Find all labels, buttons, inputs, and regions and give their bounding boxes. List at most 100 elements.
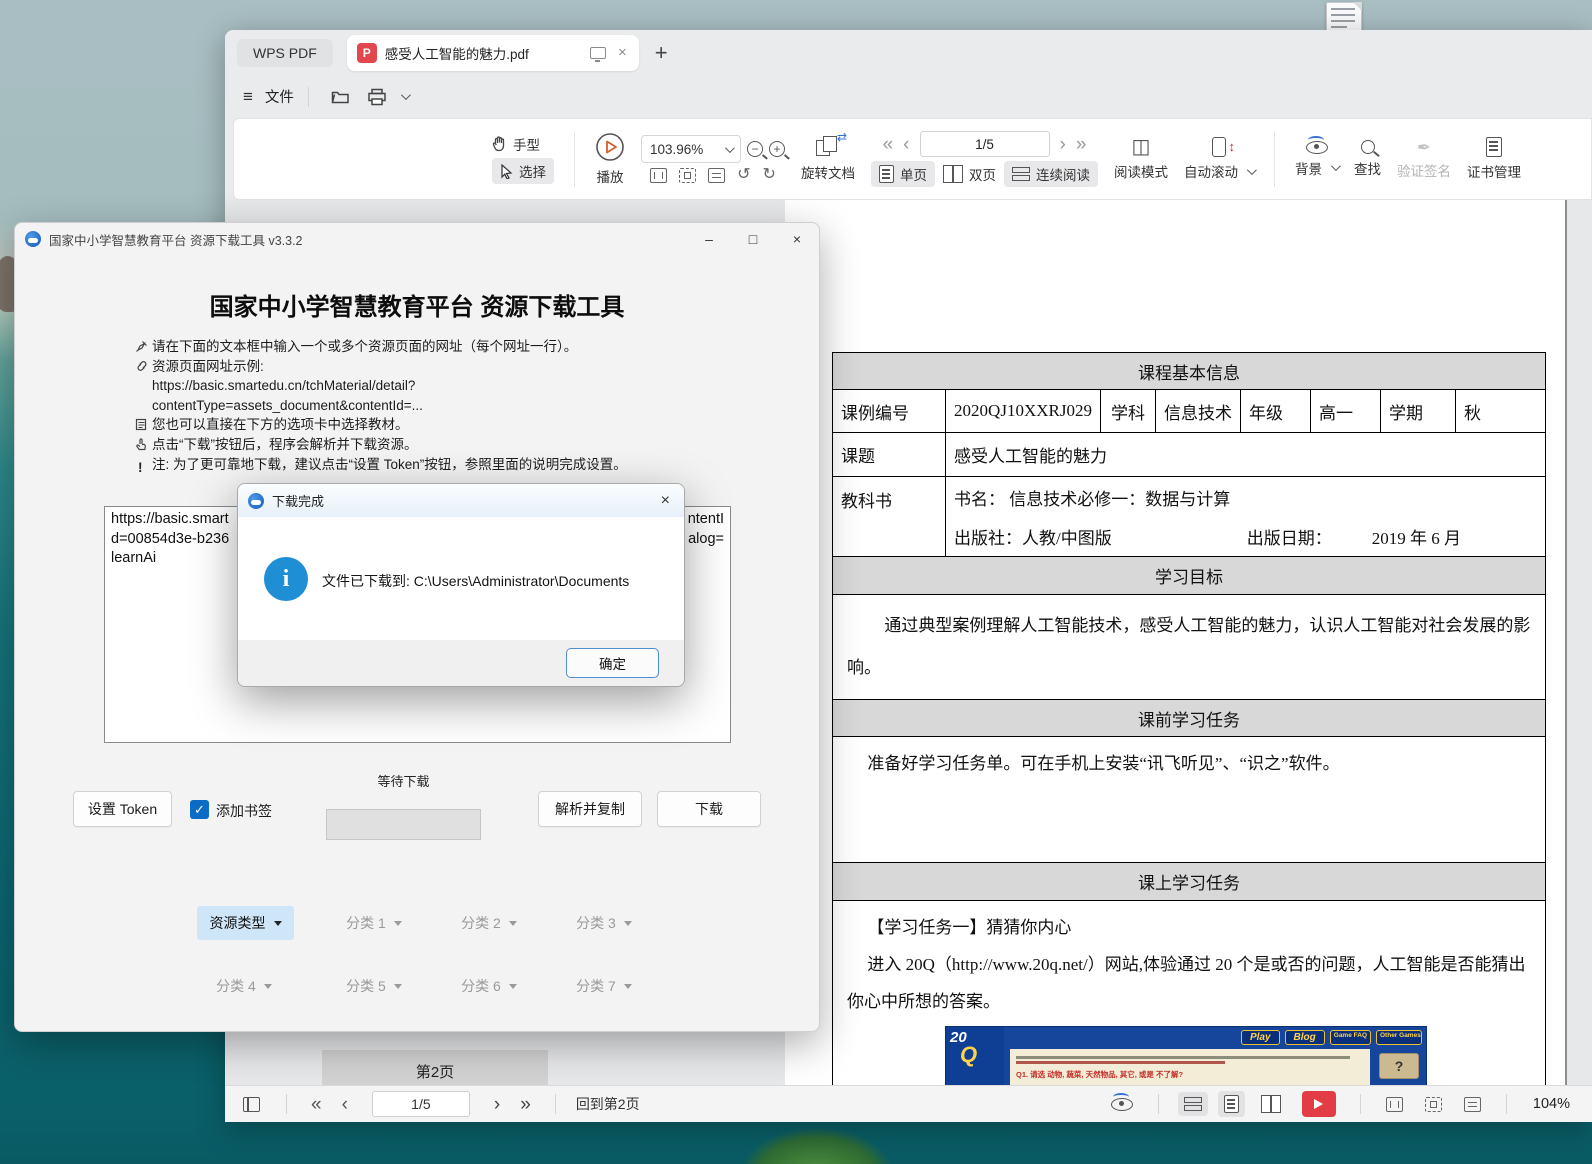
- filter-category-3: 分类 3: [564, 906, 644, 940]
- add-bookmark-label: 添加书签: [216, 801, 272, 821]
- 20q-question-line: Q1. 请选 动物, 蔬菜, 天然物品, 其它, 或是 不了解?: [1016, 1069, 1364, 1080]
- dropdown-arrow-icon: [394, 921, 402, 926]
- back-to-page-button[interactable]: 回到第2页: [576, 1094, 640, 1114]
- status-page-input[interactable]: 1/5: [372, 1091, 470, 1117]
- continuous-read-icon[interactable]: [1178, 1092, 1208, 1116]
- fit-page-icon[interactable]: [1380, 1093, 1409, 1116]
- add-bookmark-checkbox[interactable]: ✓: [190, 800, 209, 819]
- 20q-logo: 20Q: [946, 1027, 1004, 1085]
- auto-play-button[interactable]: [1302, 1091, 1336, 1117]
- dropdown-arrow-icon: [509, 984, 517, 989]
- fit-page-icon[interactable]: [650, 168, 667, 183]
- toolbar-page-input[interactable]: 1/5: [920, 131, 1050, 157]
- open-folder-icon[interactable]: [331, 88, 351, 105]
- read-mode-button[interactable]: ◫ 阅读模式: [1114, 137, 1168, 181]
- print-dropdown-icon[interactable]: [401, 90, 411, 100]
- downloader-title-bar[interactable]: 国家中小学智慧教育平台 资源下载工具 v3.3.2 – □ ×: [15, 223, 819, 255]
- dialog-close-icon[interactable]: ×: [661, 492, 670, 510]
- first-page-icon[interactable]: «: [883, 135, 894, 154]
- course-info-table: 课程基本信息 课例编号 2020QJ10XXRJ029 学科 信息技术 年级 高…: [832, 352, 1546, 1085]
- 20q-faq-button: Game FAQ: [1330, 1030, 1371, 1045]
- filter-resource-type[interactable]: 资源类型: [197, 906, 294, 940]
- next-page-icon[interactable]: ›: [494, 1095, 500, 1114]
- status-zoom-level[interactable]: 104%: [1533, 1096, 1570, 1112]
- set-token-button[interactable]: 设置 Token: [73, 791, 172, 827]
- menu-bar: ≡ 文件 阅读 增值服务: [225, 75, 1592, 118]
- exclamation-icon: !: [135, 455, 152, 478]
- maximize-button[interactable]: □: [731, 223, 775, 255]
- background-button[interactable]: 背景: [1295, 141, 1338, 178]
- ok-button[interactable]: 确定: [566, 648, 659, 678]
- auto-scroll-dropdown-icon: [1247, 165, 1257, 175]
- last-page-icon[interactable]: »: [1076, 135, 1087, 154]
- zoom-out-icon[interactable]: −: [747, 141, 763, 157]
- single-page-icon: [879, 165, 894, 183]
- find-button[interactable]: 查找: [1354, 140, 1381, 178]
- instruction-line: ! 注: 为了更可靠地下载，建议点击“设置 Token”按钮，参照里面的说明完成…: [135, 455, 755, 478]
- in-class-cell: 【学习任务一】猜猜你内心 进入 20Q（http://www.20q.net/）…: [833, 901, 1546, 1086]
- download-complete-dialog: 下载完成 × i 文件已下载到: C:\Users\Administrator\…: [237, 483, 685, 687]
- section-header: 学习目标: [833, 557, 1546, 595]
- zoom-level-select[interactable]: 103.96%: [641, 135, 741, 163]
- hamburger-menu-icon[interactable]: ≡: [243, 87, 253, 107]
- auto-scroll-button[interactable]: 自动滚动: [1184, 137, 1254, 181]
- task1-title: 【学习任务一】猜猜你内心: [847, 909, 1531, 946]
- fit-width-icon[interactable]: [708, 168, 725, 183]
- dialog-title-bar[interactable]: 下载完成 ×: [238, 484, 684, 517]
- click-hand-icon: [135, 435, 152, 451]
- fit-visible-icon[interactable]: [1419, 1093, 1448, 1116]
- close-button[interactable]: ×: [775, 223, 819, 255]
- downloader-heading: 国家中小学智慧教育平台 资源下载工具: [15, 287, 819, 322]
- single-page-icon[interactable]: [1218, 1091, 1245, 1117]
- zoom-in-icon[interactable]: +: [769, 141, 785, 157]
- rotate-left-icon[interactable]: ↺: [737, 167, 750, 183]
- continuous-read-icon: [1012, 166, 1030, 182]
- print-icon[interactable]: [367, 88, 387, 106]
- table-cell: 感受人工智能的魅力: [946, 433, 1546, 477]
- continuous-read-button[interactable]: 连续阅读: [1004, 161, 1098, 187]
- document-tab[interactable]: P 感受人工智能的魅力.pdf ×: [347, 35, 639, 71]
- minimize-button[interactable]: –: [687, 223, 731, 255]
- first-page-icon[interactable]: «: [311, 1095, 322, 1114]
- table-cell: 年级: [1241, 390, 1311, 433]
- monitor-icon[interactable]: [590, 47, 606, 59]
- 20q-blog-button: Blog: [1285, 1030, 1325, 1045]
- wps-pdf-app-button[interactable]: WPS PDF: [237, 39, 333, 67]
- select-tool-button[interactable]: 选择: [492, 158, 554, 184]
- double-page-icon[interactable]: [1255, 1091, 1287, 1117]
- fit-width-icon[interactable]: [1458, 1093, 1487, 1116]
- desktop: WPS PDF P 感受人工智能的魅力.pdf × + ≡ 文件 阅读 增值服务: [0, 0, 1592, 1164]
- last-page-icon[interactable]: »: [520, 1095, 531, 1114]
- rotate-right-icon[interactable]: ↻: [763, 167, 776, 183]
- sidebar-toggle-icon[interactable]: [243, 1097, 260, 1112]
- certificate-icon: [1486, 137, 1502, 157]
- previous-page-icon[interactable]: ‹: [903, 135, 909, 154]
- instruction-line: 请在下面的文本框中输入一个或多个资源页面的网址（每个网址一行）。: [135, 337, 755, 357]
- fit-visible-icon[interactable]: [679, 168, 696, 183]
- 20q-nav: Play Blog Game FAQ Other Games: [1241, 1030, 1422, 1045]
- tab-close-icon[interactable]: ×: [618, 44, 627, 61]
- double-page-button[interactable]: 双页: [943, 164, 996, 184]
- instruction-line: 点击“下载”按钮后，程序会解析并下载资源。: [135, 435, 755, 455]
- hand-tool-button[interactable]: 手型: [492, 134, 540, 154]
- background-eye-icon[interactable]: [1105, 1094, 1139, 1115]
- zoom-dropdown-icon: [725, 143, 735, 153]
- download-button[interactable]: 下载: [657, 791, 761, 827]
- certificate-manage-button[interactable]: 证书管理: [1467, 137, 1521, 181]
- table-cell: 学期: [1381, 390, 1456, 433]
- wallpaper-grass: [742, 1128, 892, 1164]
- 20q-play-button: Play: [1241, 1030, 1280, 1045]
- parse-copy-button[interactable]: 解析并复制: [538, 791, 642, 827]
- single-page-button[interactable]: 单页: [871, 161, 935, 187]
- next-page-icon[interactable]: ›: [1060, 135, 1066, 154]
- instructions-list: 请在下面的文本框中输入一个或多个资源页面的网址（每个网址一行）。 资源页面网址示…: [135, 337, 755, 477]
- 20q-other-button: Other Games: [1376, 1030, 1422, 1045]
- file-menu[interactable]: 文件: [265, 86, 294, 107]
- pre-class-text: 准备好学习任务单。可在手机上安装“讯飞听见”、“识之”软件。: [833, 737, 1546, 863]
- signature-pen-icon: ✒: [1417, 139, 1431, 156]
- new-tab-button[interactable]: +: [655, 40, 668, 66]
- play-button[interactable]: 播放: [595, 132, 625, 186]
- rotate-document-button[interactable]: ⇄ 旋转文档: [801, 136, 855, 182]
- previous-page-icon[interactable]: ‹: [342, 1095, 348, 1114]
- 20q-website-screenshot: 20Q Play Blog Game FAQ Other Games Q1. 请…: [945, 1026, 1427, 1085]
